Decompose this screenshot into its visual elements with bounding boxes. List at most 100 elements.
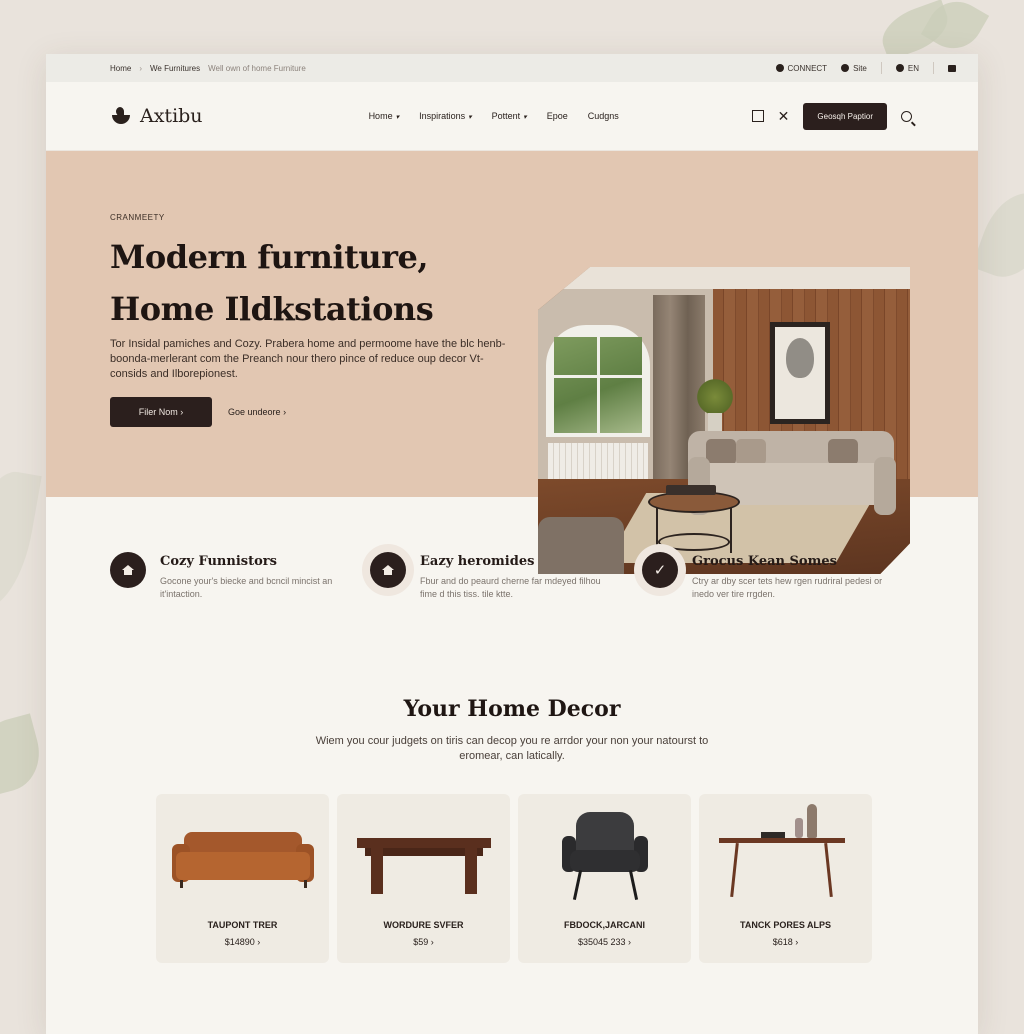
wall-portrait-frame [770,322,830,424]
feature-item: Eazy heromides Fbur and do peaurd cherne… [370,552,620,601]
nav-item-cudgns[interactable]: Cudgns [588,111,619,121]
breadcrumb-current: Well own of home Furniture [208,63,306,73]
nav-label: Inspirations [419,111,466,121]
home-icon [382,565,394,575]
brand-logo[interactable]: Axtibu [110,105,203,127]
product-card[interactable]: TAUPONT TRER $14890 › [156,794,329,963]
breadcrumb: Home › We Furnitures Well own of home Fu… [110,64,306,73]
plant [692,379,738,415]
hero-description: Tor Insidal pamiches and Cozy. Prabera h… [110,338,506,380]
nav-item-epoe[interactable]: Epoe [547,111,568,121]
table-image [337,794,510,912]
site-link[interactable]: Site [841,64,867,73]
background-leaf [0,713,49,797]
square-icon[interactable] [751,110,764,122]
hero-secondary-label: Goe undeore [228,407,281,417]
side-table-image [699,794,872,912]
table-books [666,485,716,495]
sofa-pillow [828,439,858,465]
hero-section: CRANMEETY Modern furniture, Home Ildksta… [46,151,978,574]
sofa-pillow [736,439,766,465]
product-price: $35045 233 [577,937,626,947]
nav-item-home[interactable]: Home ▾ [369,111,400,121]
chevron-right-icon: › [430,937,434,947]
hero-living-room-image [538,267,910,574]
globe-icon [841,64,850,72]
product-price-line: $14890 › [156,937,329,947]
nav-label: Pottent [491,111,521,121]
product-name: TANCK PORES ALPS [739,920,831,930]
close-icon[interactable]: ✕ [778,109,790,123]
divider [933,62,934,74]
feature-title: Eazy heromides [420,554,535,569]
product-card[interactable]: WORDURE SVFER $59 › [337,794,510,963]
hero-title: Modern furniture, Home Ildkstations [110,231,510,335]
sofa-pillow [706,439,736,465]
language-label: EN [907,63,919,73]
chevron-right-icon: › [795,937,799,947]
chevron-right-icon: › [283,407,287,417]
breadcrumb-home[interactable]: Home [110,64,131,73]
chevron-right-icon: › [257,937,261,947]
feature-description: Ctry ar dby scer tets hew rgen rudriral … [692,576,883,599]
connect-label: CONNECT [787,63,828,73]
hero-eyebrow: CRANMEETY [110,213,165,222]
breadcrumb-furnitures[interactable]: We Furnitures [150,64,200,73]
feature-description: Fbur and do peaurd cherne far mdeyed fil… [420,576,601,599]
user-icon [895,64,904,72]
chevron-down-icon: ▾ [468,114,472,121]
feature-item: Cozy Funnistors Gocone your's biecke and… [110,552,360,601]
divider [880,62,882,74]
product-price: $14890 [224,937,255,947]
nav-item-pottent[interactable]: Pottent ▾ [492,111,527,121]
feature-icon-circle: ✓ [642,552,678,588]
feature-title: Cozy Funnistors [160,554,277,569]
background-leaf [971,182,1024,288]
sofa-image [156,794,329,912]
product-card[interactable]: TANCK PORES ALPS $618 › [699,794,872,963]
product-grid: TAUPONT TRER $14890 › WORDURE SVFER $59 … [156,794,872,963]
product-price: $618 [772,937,793,947]
utility-links: CONNECT Site EN [775,62,956,74]
nav-item-inspirations[interactable]: Inspirations ▾ [419,111,472,121]
search-icon[interactable] [901,110,912,122]
product-price: $59 [413,937,429,947]
header-actions: ✕ Geosqh Paptior [751,102,912,130]
logo-mark-icon [110,105,132,127]
connect-link[interactable]: CONNECT [775,63,828,73]
section-title: Your Home Decor [403,696,621,722]
hero-primary-label: Filer Nom [138,407,178,417]
feature-description: Gocone your's biecke and bcncil mincist … [160,576,333,599]
features-row: Cozy Funnistors Gocone your's biecke and… [46,552,978,672]
cart-link[interactable] [948,64,956,72]
feature-title: Grocus Kean Somes [692,554,837,569]
room-window [546,325,650,437]
chevron-right-icon: › [628,937,632,947]
web-page: Home › We Furnitures Well own of home Fu… [46,54,978,1034]
hero-primary-button[interactable]: Filer Nom › [110,397,212,427]
feature-icon-circle [370,552,406,588]
plant-pot [708,413,722,433]
header-cta-button[interactable]: Geosqh Paptior [803,102,887,130]
hero-secondary-link[interactable]: Goe undeore › [228,407,286,417]
home-icon [122,565,134,575]
hero-title-line: Home Ildkstations [110,290,434,328]
section-description: Wiem you cour judgets on tiris can decop… [315,735,709,762]
bag-icon [948,64,956,72]
product-price-line: $59 › [337,937,510,947]
main-header: Axtibu Home ▾ Inspirations ▾ Pottent ▾ Epoe… [46,82,978,151]
feature-icon-circle [110,552,146,588]
top-utility-bar: Home › We Furnitures Well own of home Fu… [46,54,978,82]
feature-item: ✓ Grocus Kean Somes Ctry ar dby scer tet… [642,552,892,601]
product-card[interactable]: FBDOCK,JARCANI $35045 233 › [518,794,691,963]
site-label: Site [853,63,867,73]
chevron-right-icon: › [180,407,184,417]
product-name: TAUPONT TRER [207,920,278,930]
main-nav: Home ▾ Inspirations ▾ Pottent ▾ Epoe Cudgns [369,111,619,121]
language-link[interactable]: EN [895,63,919,73]
chevron-down-icon: ▾ [523,114,527,121]
room-radiator [548,443,648,483]
armchair-image [518,794,691,912]
product-price-line: $35045 233 › [518,937,691,947]
nav-label: Home [368,111,393,121]
